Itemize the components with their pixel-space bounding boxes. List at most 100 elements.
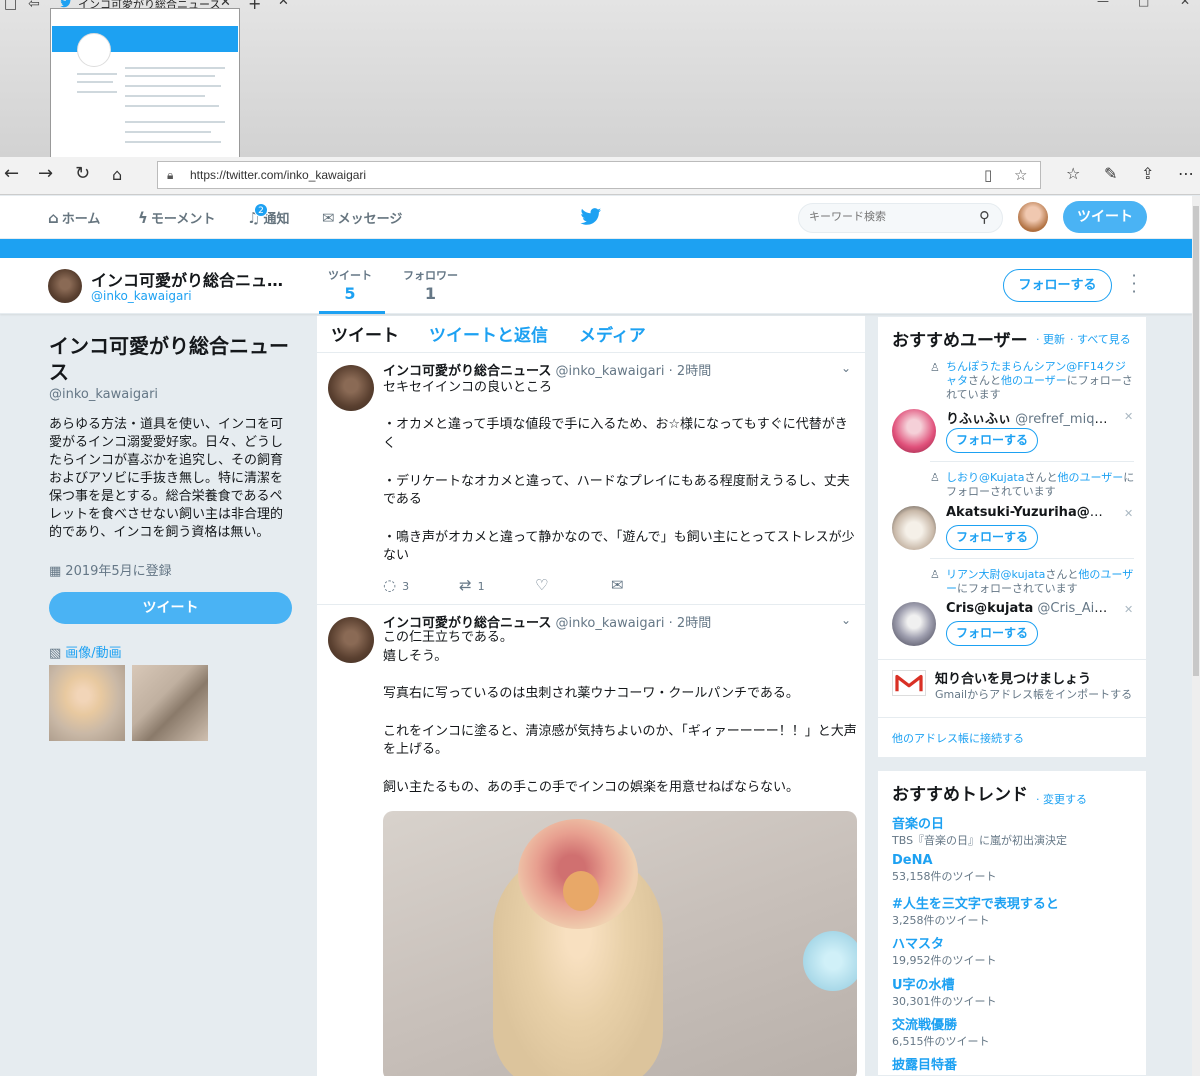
minimize-icon[interactable]: — xyxy=(1097,0,1109,8)
tab-back-icon[interactable]: ⇦ xyxy=(28,0,40,12)
context-user-link[interactable]: リアン大尉@kujata xyxy=(946,568,1045,581)
tweet-author-name[interactable]: インコ可愛がり総合ニュース xyxy=(383,364,551,379)
view-all-link[interactable]: · すべて見る xyxy=(1070,331,1131,347)
tab-tweets[interactable]: ツイート xyxy=(331,321,399,346)
page-scrollbar[interactable] xyxy=(1192,196,1200,1076)
suggested-user-name[interactable]: Akatsuki-Yuzuriha@Kuja... xyxy=(946,505,1108,520)
stat-followers[interactable]: フォロワー 1 xyxy=(403,267,458,303)
media-thumbnail[interactable] xyxy=(49,665,125,741)
nav-home[interactable]: ⌂ ホーム xyxy=(48,208,100,227)
profile-handle[interactable]: @inko_kawaigari xyxy=(49,387,158,402)
suggested-user-avatar[interactable] xyxy=(892,506,936,550)
find-friends-title[interactable]: 知り合いを見つけましょう xyxy=(935,668,1091,687)
dismiss-icon[interactable]: ✕ xyxy=(1124,507,1133,520)
profile-nav-handle[interactable]: @inko_kawaigari xyxy=(91,289,192,303)
trends-card: おすすめトレンド · 変更する 音楽の日 TBS『音楽の日』に嵐が初出演決定 De… xyxy=(877,770,1147,1076)
profile-nav-name[interactable]: インコ可愛がり総合ニュース xyxy=(91,267,291,291)
gmail-logo-icon[interactable] xyxy=(892,670,926,696)
nav-messages[interactable]: ✉ メッセージ xyxy=(322,208,402,227)
retweet-button[interactable]: ⇄ 1 xyxy=(459,576,485,594)
reply-icon: ◌ xyxy=(383,576,397,594)
favorites-hub-icon[interactable]: ☆ xyxy=(1066,164,1080,183)
close-window-icon[interactable]: ✕ xyxy=(1180,0,1190,8)
favorite-star-icon[interactable]: ☆ xyxy=(1014,166,1027,184)
trend-meta: TBS『音楽の日』に嵐が初出演決定 xyxy=(892,834,1068,847)
forward-arrow-icon[interactable]: → xyxy=(38,163,53,184)
suggested-user-avatar[interactable] xyxy=(892,602,936,646)
reply-button[interactable]: ◌ 3 xyxy=(383,576,409,594)
tweet-author-handle[interactable]: @inko_kawaigari xyxy=(556,364,665,379)
address-bar[interactable]: 🔒︎ https://twitter.com/inko_kawaigari ▯ … xyxy=(157,161,1041,189)
refresh-icon[interactable]: ↻ xyxy=(75,163,90,184)
tweet-time[interactable]: · 2時間 xyxy=(669,364,712,379)
trend-item[interactable]: ハマスタ 19,952件のツイート xyxy=(892,933,997,968)
thumbnail-line xyxy=(125,105,219,107)
tab-preview-thumbnail[interactable] xyxy=(50,8,240,158)
trend-name: U字の水槽 xyxy=(892,978,955,993)
trend-item[interactable]: 音楽の日 TBS『音楽の日』に嵐が初出演決定 xyxy=(892,813,1067,848)
search-input[interactable] xyxy=(809,210,969,223)
tab-media[interactable]: メディア xyxy=(579,321,646,346)
trend-item[interactable]: U字の水槽 30,301件のツイート xyxy=(892,974,997,1009)
gmail-import-link[interactable]: Gmailからアドレス帳をインポートする xyxy=(935,686,1132,702)
context-others-link[interactable]: 他のユーザー xyxy=(1001,374,1067,387)
nav-moments[interactable]: ϟ モーメント xyxy=(138,208,215,227)
trend-item[interactable]: DeNA 53,158件のツイート xyxy=(892,853,997,884)
follow-user-button[interactable]: フォローする xyxy=(946,621,1038,646)
stat-tweets[interactable]: ツイート 5 xyxy=(328,267,372,303)
follow-button[interactable]: フォローする xyxy=(1003,269,1112,302)
context-user-link[interactable]: しおり@Kujata xyxy=(946,471,1025,484)
trend-item[interactable]: #人生を三文字で表現すると 3,258件のツイート xyxy=(892,893,1059,928)
suggested-user-avatar[interactable] xyxy=(892,409,936,453)
context-text: さんと xyxy=(1045,568,1079,581)
media-thumbnail[interactable] xyxy=(132,665,208,741)
pen-note-icon[interactable]: ✎ xyxy=(1104,164,1117,183)
search-box[interactable]: ⚲ xyxy=(798,203,1003,233)
trend-item[interactable]: 交流戦優勝 6,515件のツイート xyxy=(892,1014,990,1049)
chevron-down-icon[interactable]: ⌄ xyxy=(841,613,851,627)
other-address-book-link[interactable]: 他のアドレス帳に接続する xyxy=(892,730,1024,746)
profile-name[interactable]: インコ可愛がり総合ニュース xyxy=(49,333,294,385)
chevron-down-icon[interactable]: ⌄ xyxy=(841,361,851,375)
tweet-item[interactable]: インコ可愛がり総合ニュース @inko_kawaigari · 2時間 ⌄ セキ… xyxy=(317,353,865,605)
tweet-avatar[interactable] xyxy=(328,617,374,663)
dismiss-icon[interactable]: ✕ xyxy=(1124,410,1133,423)
home-icon[interactable]: ⌂ xyxy=(112,165,122,184)
user-avatar[interactable] xyxy=(1018,202,1048,232)
trend-item[interactable]: 披露目特番 xyxy=(892,1054,957,1073)
maximize-icon[interactable]: □ xyxy=(1138,0,1149,8)
dm-button[interactable]: ✉ xyxy=(611,576,630,594)
change-trends-link[interactable]: · 変更する xyxy=(1036,791,1087,807)
tweet-button-nav[interactable]: ツイート xyxy=(1063,201,1147,233)
more-options-icon[interactable]: · · · xyxy=(1130,268,1138,300)
suggested-user-name[interactable]: りふぃふぃ @refref_miqo... xyxy=(946,408,1108,427)
person-icon: ♙ xyxy=(930,471,940,484)
reading-view-icon[interactable]: ▯ xyxy=(984,166,992,184)
search-icon[interactable]: ⚲ xyxy=(979,208,990,226)
profile-tweet-button[interactable]: ツイート xyxy=(49,592,292,624)
like-button[interactable]: ♡ xyxy=(535,576,554,594)
follow-user-button[interactable]: フォローする xyxy=(946,525,1038,550)
tweet-avatar[interactable] xyxy=(328,365,374,411)
twitter-logo-icon[interactable] xyxy=(580,207,602,227)
trend-name: 音楽の日 xyxy=(892,817,945,832)
tab-dropdown-icon[interactable]: ✕ xyxy=(278,0,289,9)
suggested-user-name[interactable]: Cris@kujata @Cris_Aither xyxy=(946,601,1108,616)
url-text[interactable]: https://twitter.com/inko_kawaigari xyxy=(190,168,366,182)
media-link[interactable]: ▧ 画像/動画 xyxy=(49,642,122,661)
more-menu-icon[interactable]: ⋯ xyxy=(1178,164,1194,183)
context-others-link[interactable]: 他のユーザー xyxy=(1058,471,1124,484)
tab-tweets-and-replies[interactable]: ツイートと返信 xyxy=(429,321,548,346)
new-tab-icon[interactable]: + xyxy=(248,0,261,13)
tweet-item[interactable]: インコ可愛がり総合ニュース @inko_kawaigari · 2時間 ⌄ この… xyxy=(317,605,865,1076)
trend-meta: 19,952件のツイート xyxy=(892,954,997,967)
dismiss-icon[interactable]: ✕ xyxy=(1124,603,1133,616)
tweet-photo[interactable] xyxy=(383,811,857,1076)
tab-menu-icon[interactable]: □ xyxy=(4,0,17,12)
profile-nav-avatar[interactable] xyxy=(48,269,82,303)
back-arrow-icon[interactable]: ← xyxy=(4,163,19,184)
follow-user-button[interactable]: フォローする xyxy=(946,428,1038,453)
refresh-link[interactable]: · 更新 xyxy=(1036,331,1065,347)
scrollbar-thumb[interactable] xyxy=(1193,206,1199,676)
share-icon[interactable]: ⇪ xyxy=(1141,164,1154,183)
